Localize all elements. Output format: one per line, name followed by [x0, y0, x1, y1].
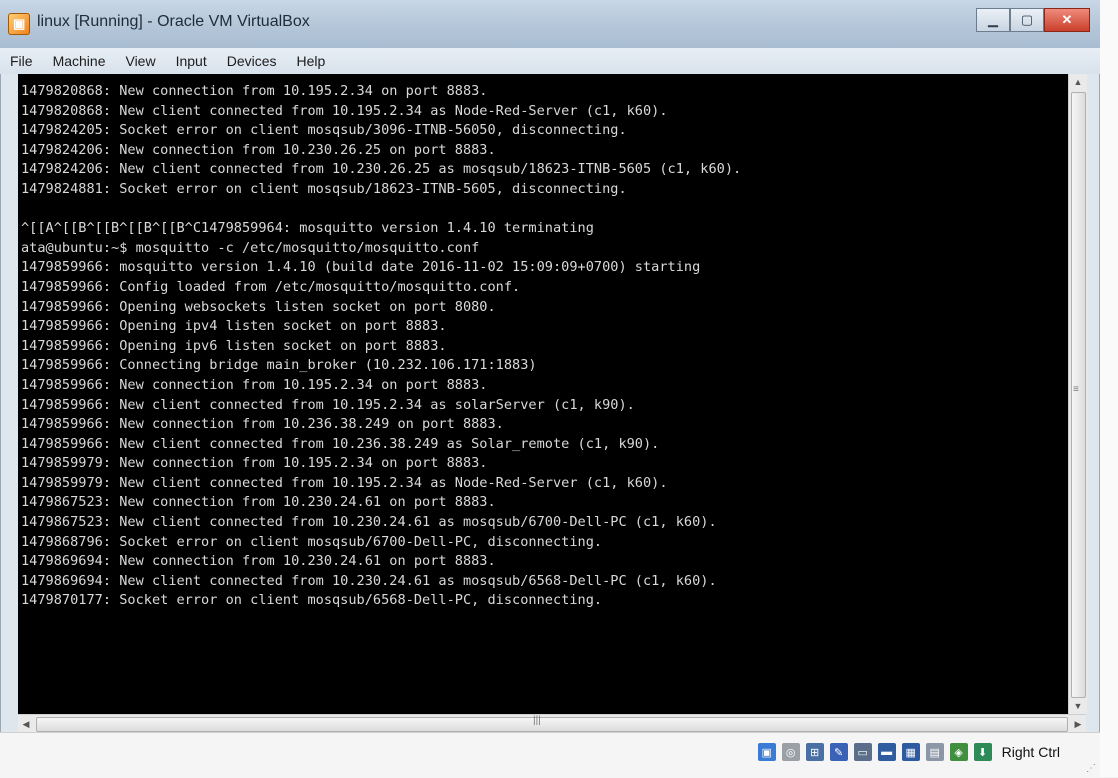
- virtualbox-app-icon: ▣: [8, 13, 30, 35]
- menu-help[interactable]: Help: [287, 53, 336, 69]
- vertical-scroll-thumb[interactable]: [1071, 92, 1086, 698]
- console-line: 1479859966: Opening ipv4 listen socket o…: [21, 318, 447, 335]
- scroll-up-arrow-icon[interactable]: ▲: [1069, 74, 1087, 90]
- console-line: 1479868796: Socket error on client mosqs…: [21, 533, 603, 550]
- display-icon[interactable]: ▬: [877, 743, 896, 761]
- window-title: linux [Running] - Oracle VM VirtualBox: [37, 13, 310, 30]
- console-line: 1479867523: New client connected from 10…: [21, 514, 717, 531]
- maximize-button[interactable]: ▢: [1010, 8, 1044, 32]
- console-line: 1479859966: Opening ipv6 listen socket o…: [21, 337, 447, 354]
- hard-disk-icon[interactable]: ▣: [757, 743, 776, 761]
- desktop-edge: [1100, 0, 1118, 777]
- status-bar: ▣ ◎ ⊞ ✎ ▭ ▬ ▦ ▤ ◈ ⬇ Right Ctrl ⋰: [0, 732, 1100, 778]
- host-key-label: Right Ctrl: [1001, 744, 1060, 760]
- horizontal-grip-icon: |||: [533, 715, 541, 726]
- minimize-button[interactable]: ▁: [976, 8, 1010, 32]
- menu-machine[interactable]: Machine: [43, 53, 116, 69]
- vertical-scrollbar[interactable]: ▲ ≡ ▼: [1068, 74, 1087, 714]
- console-line: 1479859966: New client connected from 10…: [21, 435, 660, 452]
- resize-grip-icon[interactable]: ⋰: [1086, 763, 1096, 774]
- console-line: 1479820868: New client connected from 10…: [21, 102, 668, 119]
- optical-drive-icon[interactable]: ◎: [781, 743, 800, 761]
- shared-folders-icon[interactable]: ▭: [853, 743, 872, 761]
- menu-file[interactable]: File: [0, 53, 43, 69]
- window-controls: ▁ ▢ ✕: [976, 8, 1090, 32]
- console-line: 1479859966: New connection from 10.195.2…: [21, 376, 488, 393]
- mouse-integration-icon[interactable]: ◈: [949, 743, 968, 761]
- usb-icon[interactable]: ✎: [829, 743, 848, 761]
- console-line: ^[[A^[[B^[[B^[[B^[[B^C1479859964: mosqui…: [21, 220, 594, 237]
- vm-console[interactable]: 1479820868: New connection from 10.195.2…: [18, 74, 1086, 714]
- console-line: 1479824205: Socket error on client mosqs…: [21, 122, 627, 139]
- console-line: 1479859979: New client connected from 10…: [21, 474, 668, 491]
- console-line: 1479859979: New connection from 10.195.2…: [21, 455, 488, 472]
- console-line: 1479859966: Config loaded from /etc/mosq…: [21, 278, 521, 295]
- scroll-right-arrow-icon[interactable]: ▶: [1070, 715, 1086, 733]
- menu-bar: File Machine View Input Devices Help: [0, 48, 1100, 74]
- scroll-down-arrow-icon[interactable]: ▼: [1069, 698, 1087, 714]
- console-line: 1479859966: mosquitto version 1.4.10 (bu…: [21, 259, 701, 276]
- console-line: 1479859966: Connecting bridge main_broke…: [21, 357, 537, 374]
- console-line: 1479859966: New connection from 10.236.3…: [21, 416, 504, 433]
- close-button[interactable]: ✕: [1044, 8, 1090, 32]
- console-line: 1479869694: New client connected from 10…: [21, 572, 717, 589]
- console-line: 1479869694: New connection from 10.230.2…: [21, 553, 496, 570]
- console-line: 1479870177: Socket error on client mosqs…: [21, 592, 603, 609]
- console-line: 1479859966: New client connected from 10…: [21, 396, 635, 413]
- video-capture-icon[interactable]: ▦: [901, 743, 920, 761]
- console-line: 1479867523: New connection from 10.230.2…: [21, 494, 496, 511]
- device-tray: ▣ ◎ ⊞ ✎ ▭ ▬ ▦ ▤ ◈ ⬇ Right Ctrl: [757, 743, 1060, 761]
- console-line: 1479824881: Socket error on client mosqs…: [21, 180, 627, 197]
- virtualbox-window: ▣ linux [Running] - Oracle VM VirtualBox…: [0, 0, 1100, 778]
- console-line: 1479824206: New connection from 10.230.2…: [21, 141, 496, 158]
- keyboard-capture-icon[interactable]: ⬇: [973, 743, 992, 761]
- scroll-grip-icon: ≡: [1073, 384, 1079, 395]
- console-line: 1479859966: Opening websockets listen so…: [21, 298, 496, 315]
- network-icon[interactable]: ⊞: [805, 743, 824, 761]
- menu-input[interactable]: Input: [166, 53, 217, 69]
- console-line: 1479824206: New client connected from 10…: [21, 161, 742, 178]
- console-line: ata@ubuntu:~$ mosquitto -c /etc/mosquitt…: [21, 239, 480, 256]
- horizontal-scrollbar[interactable]: ◀ ||| ▶: [18, 714, 1086, 733]
- menu-devices[interactable]: Devices: [217, 53, 287, 69]
- menu-view[interactable]: View: [115, 53, 165, 69]
- scroll-left-arrow-icon[interactable]: ◀: [18, 715, 34, 733]
- console-output: 1479820868: New connection from 10.195.2…: [21, 82, 1066, 611]
- horizontal-scroll-thumb[interactable]: [36, 717, 1068, 732]
- cpu-icon[interactable]: ▤: [925, 743, 944, 761]
- console-line: 1479820868: New connection from 10.195.2…: [21, 83, 488, 99]
- title-bar[interactable]: ▣ linux [Running] - Oracle VM VirtualBox…: [0, 0, 1100, 48]
